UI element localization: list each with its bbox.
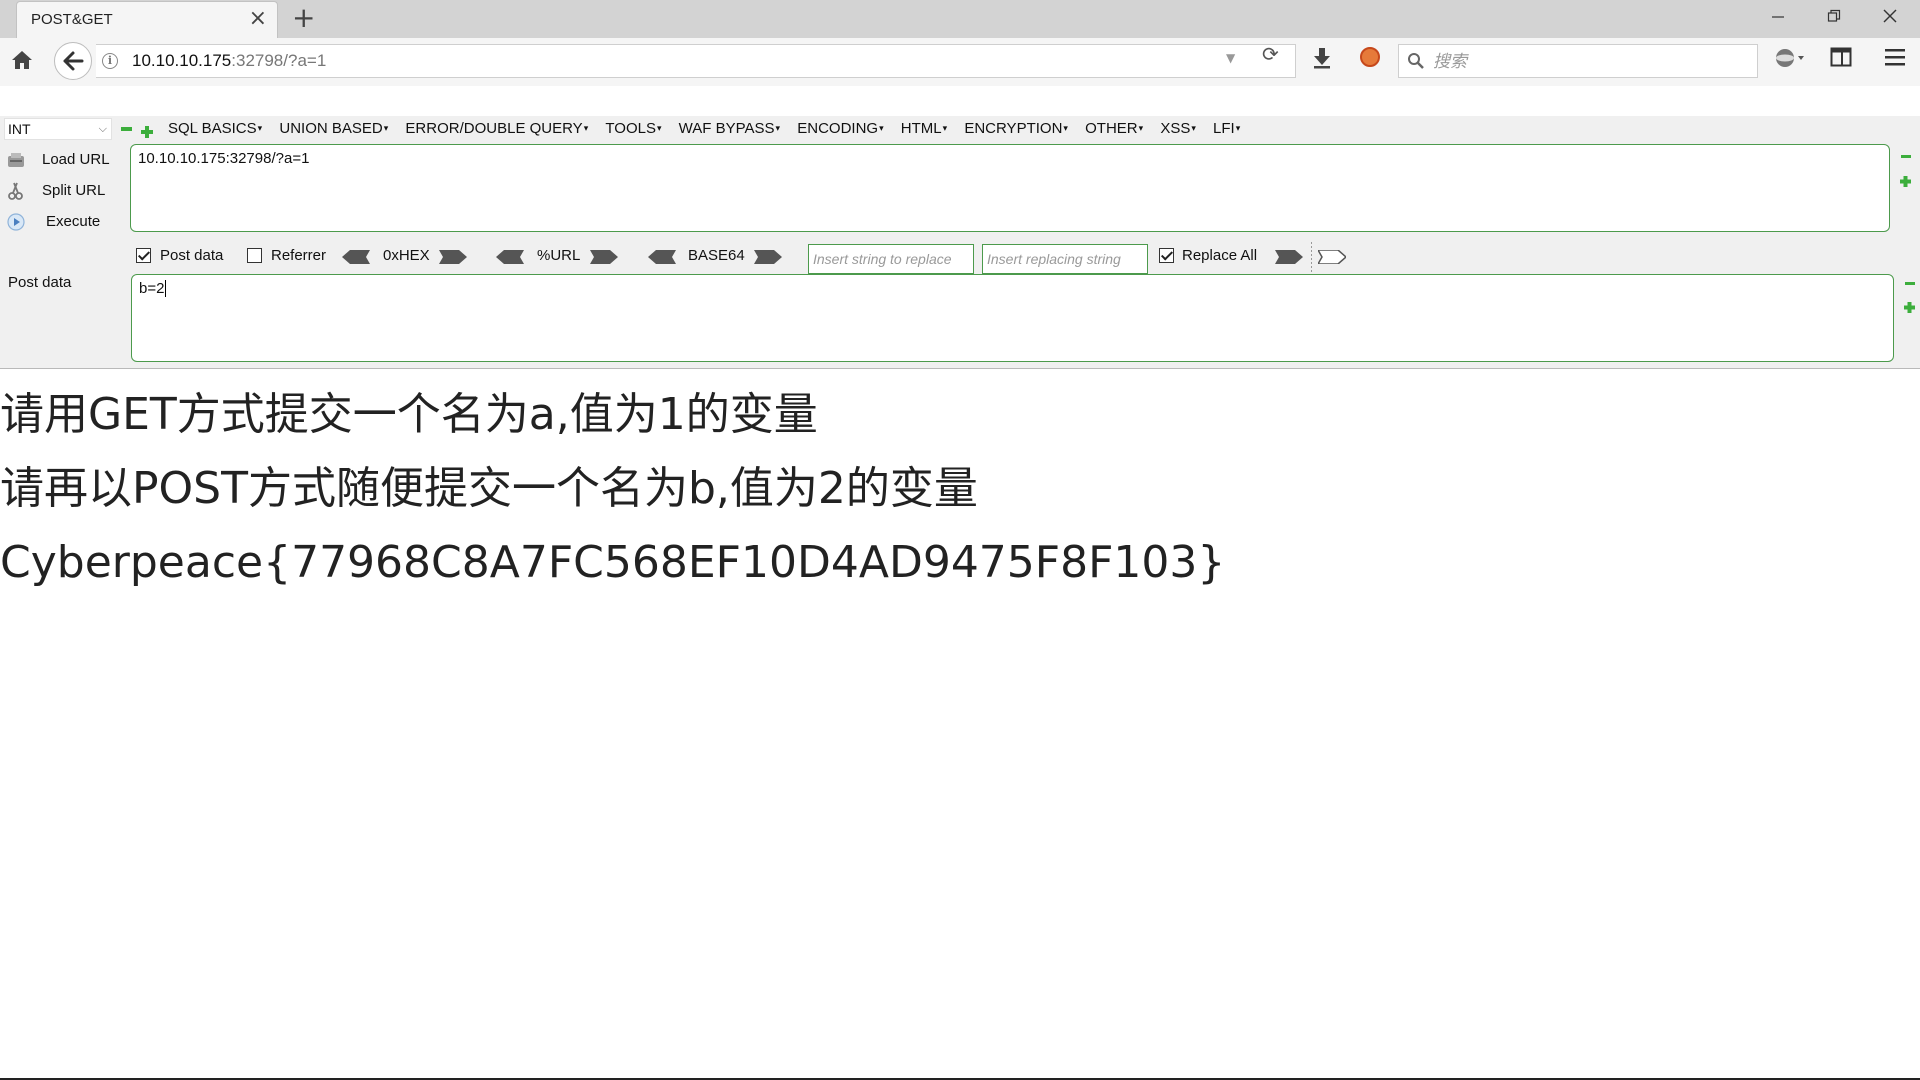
tab-strip: POST&GET × + (0, 0, 1920, 38)
replace-to-input[interactable] (982, 244, 1148, 274)
decrease-icon[interactable] (121, 127, 132, 131)
close-tab-icon[interactable]: × (249, 7, 267, 31)
url-path: :32798/?a=1 (231, 51, 327, 70)
url-textarea-value: 10.10.10.175:32798/?a=1 (138, 150, 310, 167)
hackbar-tools-row: Post data Referrer 0xHEX %URL BASE64 Rep… (0, 242, 1920, 274)
menu-html[interactable]: HTML▾ (901, 120, 947, 137)
base64-label: BASE64 (688, 247, 745, 264)
menu-union-based[interactable]: UNION BASED▾ (279, 120, 388, 137)
url-text[interactable]: 10.10.10.175:32798/?a=1 (132, 51, 326, 71)
hackbar-menu: SQL BASICS▾ UNION BASED▾ ERROR/DOUBLE QU… (168, 120, 1253, 137)
post-data-value: b=2 (139, 280, 165, 297)
split-url-label: Split URL (42, 182, 106, 199)
referrer-checkbox-label[interactable]: Referrer (271, 247, 326, 264)
replace-arrow-icon[interactable] (1275, 250, 1303, 264)
menu-waf-bypass[interactable]: WAF BYPASS▾ (679, 120, 780, 137)
url-decode-arrow-icon[interactable] (496, 250, 524, 264)
search-icon (1407, 52, 1425, 74)
text-cursor (165, 280, 167, 297)
post-expand-icon[interactable] (1904, 298, 1915, 313)
menu-xss[interactable]: XSS▾ (1160, 120, 1196, 137)
post-data-checkbox[interactable] (136, 248, 151, 263)
page-content: 请用GET方式提交一个名为a,值为1的变量 请再以POST方式随便提交一个名为b… (0, 388, 1225, 610)
addon-icon[interactable] (1360, 47, 1380, 67)
increase-icon[interactable] (141, 123, 153, 138)
type-select[interactable]: INT ⌵ (4, 118, 112, 140)
url-expand-icon[interactable] (1900, 172, 1911, 187)
hex-label: 0xHEX (383, 247, 430, 264)
minimize-icon[interactable] (1758, 4, 1798, 32)
replace-all-checkbox[interactable] (1159, 248, 1174, 263)
close-window-icon[interactable] (1870, 4, 1910, 32)
replace-reverse-arrow-icon[interactable] (1318, 250, 1346, 264)
new-tab-icon[interactable]: + (292, 3, 315, 33)
type-select-value: INT (8, 121, 31, 137)
reload-icon[interactable]: ⟳ (1262, 42, 1279, 66)
search-bar[interactable] (1398, 44, 1758, 78)
search-input[interactable] (1431, 50, 1745, 74)
menu-lfi[interactable]: LFI▾ (1213, 120, 1240, 137)
hex-encode-arrow-icon[interactable] (439, 250, 467, 264)
sidebar-icon[interactable] (1830, 47, 1852, 71)
flag-text: Cyberpeace{77968C8A7FC568EF10D4AD9475F8F… (0, 537, 1226, 588)
url-encode-label: %URL (537, 247, 581, 264)
replace-all-label[interactable]: Replace All (1182, 247, 1257, 264)
post-data-label: Post data (8, 274, 72, 291)
navigation-bar: i 10.10.10.175:32798/?a=1 ▼ ⟳ (0, 38, 1920, 86)
load-url-label: Load URL (42, 151, 110, 168)
base64-encode-arrow-icon[interactable] (754, 250, 782, 264)
hackbar-panel: INT ⌵ SQL BASICS▾ UNION BASED▾ ERROR/DOU… (0, 116, 1920, 369)
hackbar-menu-row: INT ⌵ SQL BASICS▾ UNION BASED▾ ERROR/DOU… (0, 116, 1920, 142)
referrer-checkbox[interactable] (247, 248, 262, 263)
execute-label: Execute (46, 213, 101, 230)
menu-encoding[interactable]: ENCODING▾ (797, 120, 883, 137)
post-data-textarea[interactable]: b=2 (131, 274, 1894, 362)
url-textarea[interactable]: 10.10.10.175:32798/?a=1 (130, 144, 1890, 232)
url-encode-arrow-icon[interactable] (590, 250, 618, 264)
menu-other[interactable]: OTHER▾ (1085, 120, 1143, 137)
download-icon[interactable] (1312, 47, 1332, 73)
menu-encryption[interactable]: ENCRYPTION▾ (964, 120, 1068, 137)
home-icon[interactable] (10, 48, 36, 74)
url-bar[interactable]: i 10.10.10.175:32798/?a=1 ▼ (96, 44, 1296, 78)
divider (1311, 242, 1312, 272)
instruction-get: 请用GET方式提交一个名为a,值为1的变量 (0, 389, 818, 440)
identity-icon[interactable] (1774, 47, 1808, 73)
hex-decode-arrow-icon[interactable] (342, 250, 370, 264)
back-button[interactable] (54, 42, 92, 80)
tab-title: POST&GET (31, 11, 113, 28)
replace-from-input[interactable] (808, 244, 974, 274)
instruction-post: 请再以POST方式随便提交一个名为b,值为2的变量 (0, 463, 978, 514)
load-url-icon (6, 150, 26, 170)
play-icon (6, 212, 26, 232)
post-shrink-icon[interactable] (1905, 282, 1915, 285)
menu-icon[interactable] (1884, 47, 1906, 71)
url-host: 10.10.10.175 (132, 51, 232, 70)
site-info-icon[interactable]: i (102, 53, 118, 69)
restore-icon[interactable] (1814, 4, 1854, 32)
browser-tab[interactable]: POST&GET × (16, 1, 278, 38)
url-dropdown-icon[interactable]: ▼ (1226, 51, 1235, 65)
post-data-checkbox-label[interactable]: Post data (160, 247, 223, 264)
scissors-icon (6, 181, 26, 201)
base64-decode-arrow-icon[interactable] (648, 250, 676, 264)
chevron-down-icon: ⌵ (98, 123, 107, 135)
menu-tools[interactable]: TOOLS▾ (605, 120, 661, 137)
menu-error-double-query[interactable]: ERROR/DOUBLE QUERY▾ (405, 120, 588, 137)
url-shrink-icon[interactable] (1901, 155, 1911, 158)
menu-sql-basics[interactable]: SQL BASICS▾ (168, 120, 262, 137)
